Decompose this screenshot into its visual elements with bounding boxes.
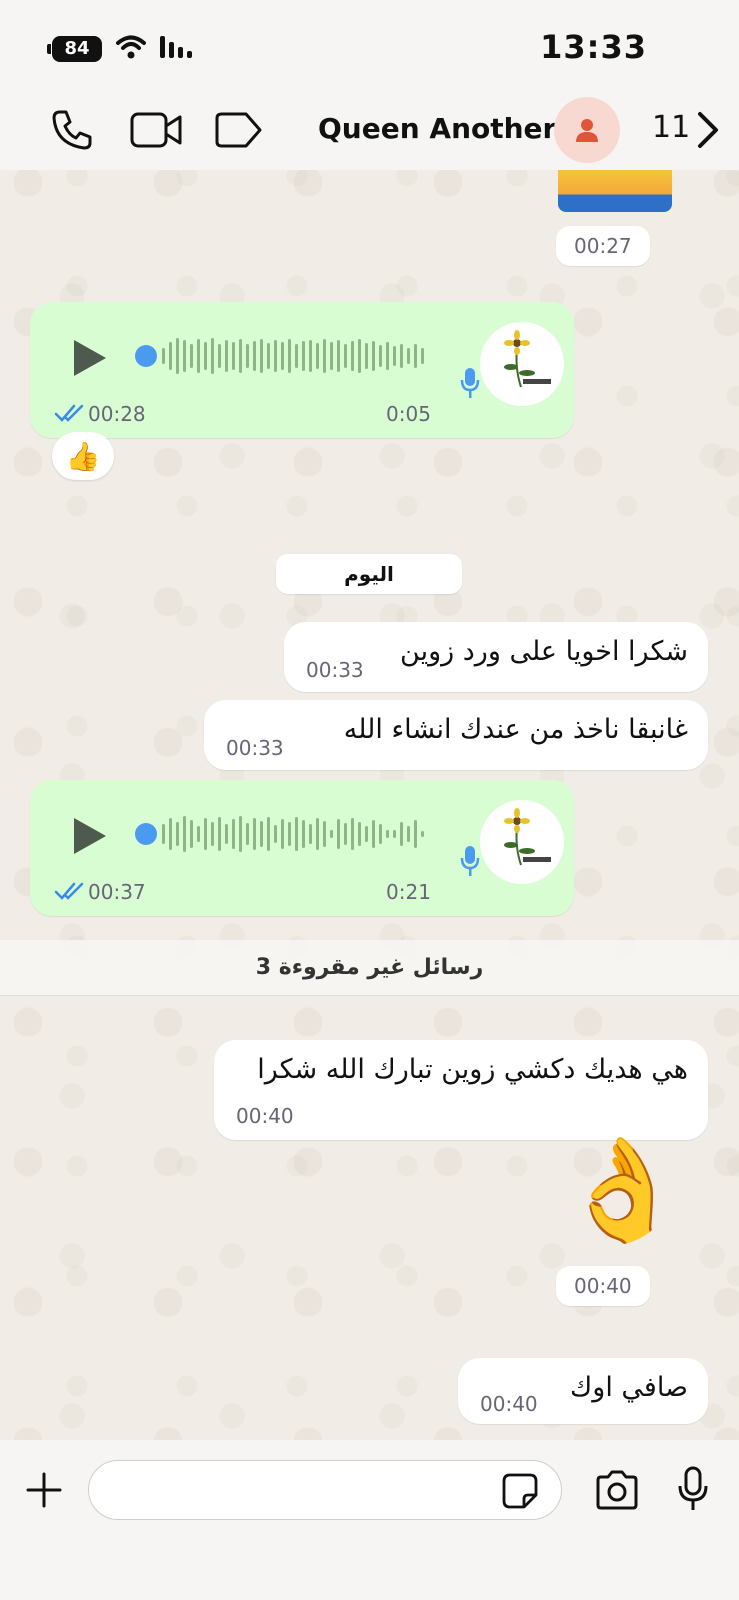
voice-message[interactable]: 00:37 0:21 [30, 780, 574, 916]
message-bubble[interactable]: شكرا اخويا على ورد زوين 00:33 [284, 622, 708, 692]
message-time: 00:37 [88, 880, 146, 904]
signal-icon [160, 36, 192, 58]
message-input[interactable] [88, 1460, 562, 1520]
message-bubble[interactable]: هي هديك دكشي زوين تبارك الله شكرا 00:40 [214, 1040, 708, 1140]
play-icon[interactable] [70, 338, 108, 378]
reaction-badge[interactable]: 👍 [52, 432, 114, 480]
person-icon [576, 119, 598, 142]
voice-duration: 0:21 [386, 880, 431, 904]
audio-waveform[interactable] [134, 336, 434, 376]
message-text: غانبقا ناخذ من عندك انشاء الله [343, 714, 688, 745]
microphone-icon [460, 846, 480, 876]
camera-icon[interactable] [594, 1470, 640, 1510]
message-time: 00:33 [306, 658, 364, 682]
contact-avatar[interactable] [554, 97, 620, 163]
emoji-timestamp: 00:40 [556, 1266, 650, 1306]
message-composer [0, 1440, 739, 1600]
message-text: شكرا اخويا على ورد زوين [400, 636, 688, 667]
unread-messages-banner: 3 رسائل غير مقروءة [0, 940, 739, 996]
phone-call-icon[interactable] [50, 108, 94, 152]
ok-hand-emoji-message[interactable]: 👌 [560, 1140, 685, 1240]
video-call-icon[interactable] [130, 112, 182, 148]
message-bubble[interactable]: غانبقا ناخذ من عندك انشاء الله 00:33 [204, 700, 708, 770]
message-time: 00:40 [236, 1104, 294, 1128]
message-time: 00:33 [226, 736, 284, 760]
wifi-icon [116, 35, 146, 59]
sticker-icon[interactable] [502, 1473, 538, 1509]
voice-message[interactable]: 00:28 0:05 [30, 302, 574, 438]
status-bar: 84 13:33 [0, 0, 739, 90]
sender-avatar[interactable] [480, 322, 564, 406]
battery-indicator: 84 [47, 36, 102, 62]
play-icon[interactable] [70, 816, 108, 856]
sender-avatar[interactable] [480, 800, 564, 884]
message-time: 00:40 [480, 1392, 538, 1416]
message-time: 00:28 [88, 402, 146, 426]
voice-duration: 0:05 [386, 402, 431, 426]
read-receipt-icon [54, 404, 84, 422]
message-bubble[interactable]: صافي اوك 00:40 [458, 1358, 708, 1424]
status-clock: 13:33 [540, 28, 647, 66]
sticker-timestamp: 00:27 [556, 226, 650, 266]
read-receipt-icon [54, 882, 84, 900]
audio-waveform[interactable] [134, 814, 434, 854]
message-text: هي هديك دكشي زوين تبارك الله شكرا [257, 1054, 688, 1085]
message-text: صافي اوك [570, 1372, 688, 1403]
unread-chats-count[interactable]: 11 [652, 110, 690, 145]
label-tag-icon[interactable] [214, 112, 262, 148]
microphone-icon[interactable] [676, 1466, 710, 1512]
day-separator: اليوم [276, 554, 462, 594]
praying-hands-sticker[interactable] [558, 170, 672, 212]
chevron-right-icon[interactable] [696, 110, 722, 150]
chat-messages[interactable]: 00:27 00:28 0:05 👍 اليوم شكرا اخويا على … [0, 170, 739, 1440]
chat-header: Queen Another 11 [0, 90, 739, 170]
contact-name[interactable]: Queen Another [318, 112, 556, 145]
flower-logo-icon [504, 808, 551, 866]
flower-logo-icon [504, 330, 551, 388]
microphone-icon [460, 368, 480, 398]
plus-icon[interactable] [24, 1470, 64, 1510]
